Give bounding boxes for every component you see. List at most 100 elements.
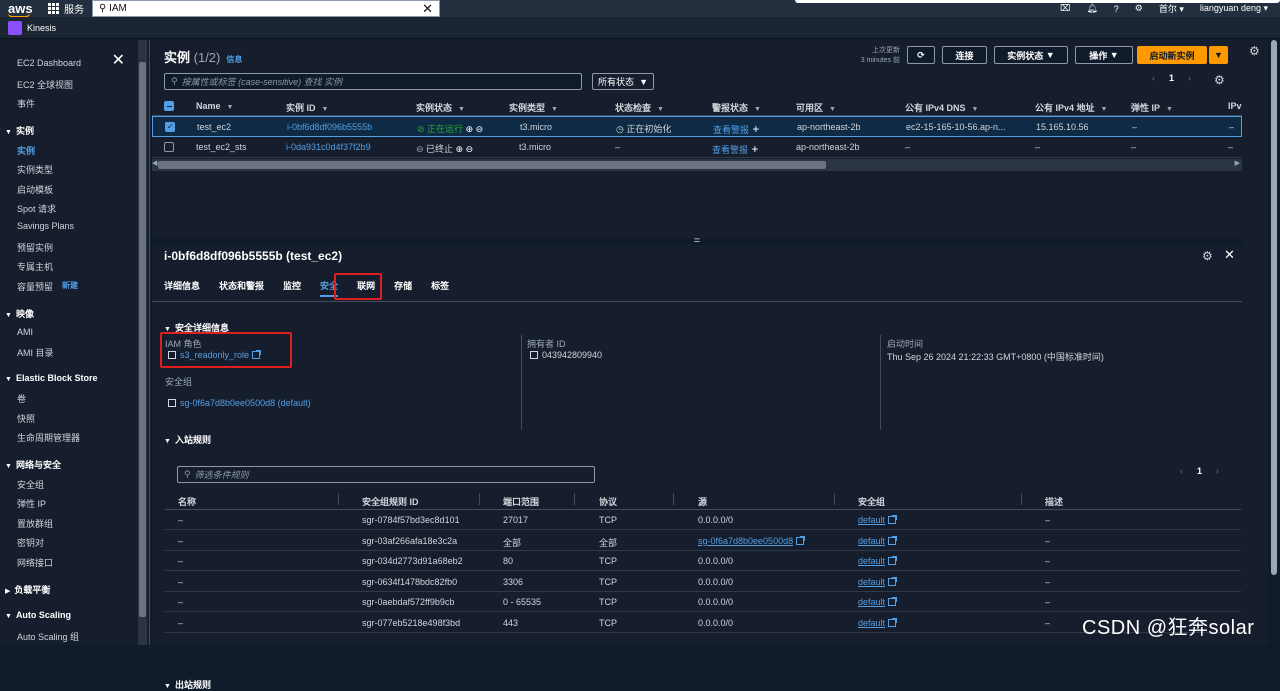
sidebar-item[interactable]: 置放群组: [17, 517, 53, 530]
column-header[interactable]: Name ▼: [196, 101, 233, 111]
sidebar-item[interactable]: Spot 请求: [17, 202, 56, 215]
inbound-rules-heading[interactable]: 入站规则: [164, 433, 211, 446]
page-scrollbar[interactable]: [1268, 40, 1280, 645]
column-header[interactable]: IPv: [1228, 101, 1242, 111]
copy-icon[interactable]: [168, 399, 176, 407]
sidebar-item[interactable]: 网络接口: [17, 556, 53, 569]
rule-cell-sg[interactable]: default: [858, 576, 898, 587]
column-header[interactable]: 实例类型 ▼: [509, 101, 558, 114]
detail-gear-icon[interactable]: ⚙: [1202, 249, 1213, 263]
next-page-icon[interactable]: ›: [1216, 466, 1219, 476]
rules-filter-input[interactable]: ⚲ 筛选条件规则: [177, 466, 595, 483]
rule-cell-sg[interactable]: default: [858, 617, 898, 628]
table-row[interactable]: test_ec2 i-0bf6d8df096b5555b ⊘ 正在运行 ⊕ ⊖ t3.…: [152, 116, 1242, 137]
sidebar-section[interactable]: 映像: [5, 307, 34, 320]
sidebar-section[interactable]: Auto Scaling: [5, 610, 71, 620]
launch-dropdown-button[interactable]: ▼: [1209, 46, 1228, 64]
tab-6[interactable]: 标签: [431, 277, 449, 297]
cell-id[interactable]: i-0da931c0d4f37f2b9: [286, 142, 371, 152]
instance-state-button[interactable]: 实例状态 ▼: [994, 46, 1068, 64]
cell-id[interactable]: i-0bf6d8df096b5555b: [287, 122, 372, 132]
cell-alarm[interactable]: 查看警报 +: [712, 142, 758, 156]
status-select[interactable]: 所有状态 ▼: [592, 73, 654, 90]
rule-cell-sg[interactable]: default: [858, 597, 898, 607]
security-group-link[interactable]: sg-0f6a7d8b0ee0500d8 (default): [180, 398, 311, 408]
user-menu[interactable]: liangyuan deng ▾: [1200, 3, 1268, 14]
rule-cell-sg[interactable]: default: [858, 556, 898, 566]
copy-icon[interactable]: [530, 351, 538, 359]
column-header[interactable]: 弹性 IP ▼: [1131, 101, 1173, 114]
column-header[interactable]: 公有 IPv4 DNS ▼: [905, 101, 978, 114]
preferences-gear-icon[interactable]: ⚙: [1214, 73, 1225, 87]
help-icon[interactable]: ?: [1114, 4, 1119, 14]
select-all-checkbox[interactable]: [164, 101, 174, 111]
tab-5[interactable]: 存储: [394, 277, 412, 297]
cell-alarm[interactable]: 查看警报 +: [713, 122, 759, 136]
zoom-icons[interactable]: ⊕ ⊖: [453, 144, 474, 154]
sidebar-item[interactable]: 快照: [17, 412, 35, 425]
table-horizontal-scrollbar[interactable]: ◀ ▶: [152, 159, 1242, 171]
rule-cell-sg[interactable]: default: [858, 515, 898, 525]
row-checkbox[interactable]: [165, 122, 175, 132]
sidebar-section[interactable]: 负载平衡: [5, 583, 50, 596]
refresh-button[interactable]: ⟳: [907, 46, 935, 64]
column-header[interactable]: 公有 IPv4 地址 ▼: [1035, 101, 1107, 114]
next-page-icon[interactable]: ›: [1188, 73, 1191, 83]
instance-filter-input[interactable]: ⚲ 按属性或标签 (case-sensitive) 查找 实例: [164, 73, 582, 90]
sidebar-section[interactable]: 网络与安全: [5, 458, 61, 471]
column-header[interactable]: 实例状态 ▼: [416, 101, 465, 114]
sidebar-section[interactable]: 实例: [5, 124, 34, 137]
connect-button[interactable]: 连接: [942, 46, 987, 64]
sidebar-item[interactable]: Auto Scaling 组: [17, 630, 79, 643]
sidebar-scrollbar[interactable]: [138, 40, 147, 645]
gear-icon[interactable]: ⚙: [1135, 3, 1143, 14]
panel-resize-handle[interactable]: =: [152, 236, 1242, 247]
favorite-kinesis[interactable]: Kinesis: [27, 23, 56, 33]
page-number[interactable]: 1: [1197, 466, 1202, 476]
sidebar-item[interactable]: 卷: [17, 392, 26, 405]
sidebar-item[interactable]: 实例类型: [17, 163, 53, 176]
rule-cell-sg[interactable]: default: [858, 535, 898, 546]
row-checkbox[interactable]: [164, 142, 174, 152]
sidebar-item[interactable]: AMI: [17, 327, 33, 337]
sidebar-item[interactable]: 弹性 IP: [17, 497, 46, 510]
column-header[interactable]: 状态检查 ▼: [615, 101, 664, 114]
sidebar-item[interactable]: Savings Plans: [17, 221, 74, 231]
tab-2[interactable]: 监控: [283, 277, 301, 297]
prev-page-icon[interactable]: ‹: [1152, 73, 1155, 83]
sidebar-item[interactable]: 生命周期管理器: [17, 431, 80, 444]
zoom-icons[interactable]: ⊕ ⊖: [463, 124, 484, 134]
actions-button[interactable]: 操作 ▼: [1075, 46, 1133, 64]
outbound-rules-heading[interactable]: 出站规则: [164, 678, 211, 691]
search-input[interactable]: ⚲ IAM ✕: [92, 0, 440, 17]
column-header[interactable]: 实例 ID ▼: [286, 101, 328, 114]
sidebar-item[interactable]: 专属主机: [17, 260, 53, 273]
sidebar-item[interactable]: EC2 全球视图: [17, 78, 73, 91]
clear-search-icon[interactable]: ✕: [422, 1, 433, 17]
page-gear-icon[interactable]: ⚙: [1249, 44, 1260, 58]
launch-instance-button[interactable]: 启动新实例: [1137, 46, 1207, 64]
sidebar-item[interactable]: 安全组: [17, 478, 44, 491]
region-menu[interactable]: 首尔 ▾: [1159, 2, 1184, 15]
sidebar-item[interactable]: 容量预留: [17, 280, 53, 293]
sidebar-item[interactable]: 预留实例: [17, 241, 53, 254]
aws-logo[interactable]: aws: [0, 1, 38, 18]
info-link[interactable]: 信息: [226, 55, 242, 64]
column-header[interactable]: 警报状态 ▼: [712, 101, 761, 114]
rule-cell-src[interactable]: sg-0f6a7d8b0ee0500d8: [698, 535, 806, 546]
sidebar-item[interactable]: EC2 Dashboard: [17, 58, 81, 68]
iam-role-link[interactable]: s3_readonly_role: [180, 350, 249, 360]
sidebar-item[interactable]: 密钥对: [17, 536, 44, 549]
bell-icon[interactable]: 🔔︎: [1086, 3, 1097, 14]
services-menu[interactable]: 服务: [48, 1, 84, 16]
close-icon[interactable]: ✕: [112, 50, 125, 70]
column-header[interactable]: 可用区 ▼: [796, 101, 836, 114]
tab-1[interactable]: 状态和警报: [219, 277, 264, 297]
sidebar-item[interactable]: 启动模板: [17, 183, 53, 196]
add-alarm-icon[interactable]: +: [748, 142, 758, 156]
sidebar-section[interactable]: Elastic Block Store: [5, 373, 98, 383]
cloudshell-icon[interactable]: ⌧: [1060, 3, 1070, 14]
prev-page-icon[interactable]: ‹: [1180, 466, 1183, 476]
sidebar-item[interactable]: AMI 目录: [17, 346, 54, 359]
tab-0[interactable]: 详细信息: [164, 277, 200, 297]
